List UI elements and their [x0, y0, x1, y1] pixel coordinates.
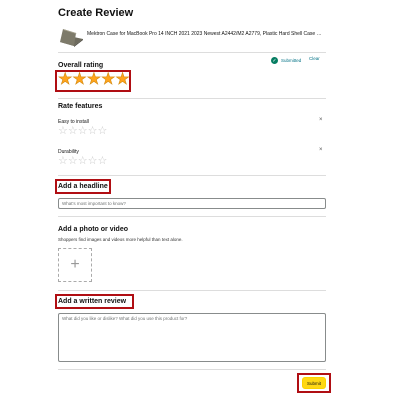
- photo-video-label: Add a photo or video: [58, 226, 128, 233]
- divider: [58, 98, 326, 99]
- divider: [58, 369, 326, 370]
- product-name: Mektron Case for MacBook Pro 14 INCH 202…: [87, 31, 324, 37]
- submitted-label: Submitted: [281, 58, 302, 63]
- written-review-textarea[interactable]: What did you like or dislike? What did y…: [58, 313, 326, 362]
- overall-rating-label: Overall rating: [58, 62, 104, 69]
- divider: [58, 175, 326, 176]
- product-image: [60, 29, 83, 47]
- feature-stars-durability[interactable]: ☆☆☆☆☆: [58, 156, 107, 167]
- remove-feature-easy-to-install-icon[interactable]: ×: [319, 117, 323, 123]
- submitted-status: ✓ Submitted: [271, 57, 301, 64]
- remove-feature-durability-icon[interactable]: ×: [319, 147, 323, 153]
- divider: [58, 290, 326, 291]
- divider: [58, 216, 326, 217]
- divider: [58, 52, 326, 53]
- rate-features-heading: Rate features: [58, 103, 103, 110]
- photo-video-description: Shoppers find images and videos more hel…: [58, 237, 183, 242]
- overall-star-rating[interactable]: ★★★★★: [58, 71, 130, 88]
- headline-label: Add a headline: [58, 183, 108, 190]
- page-title: Create Review: [58, 7, 134, 19]
- clear-button[interactable]: Clear: [309, 56, 320, 61]
- check-icon: ✓: [271, 57, 278, 64]
- plus-icon: +: [70, 256, 80, 273]
- feature-stars-easy-to-install[interactable]: ☆☆☆☆☆: [58, 126, 107, 137]
- add-media-button[interactable]: +: [58, 248, 92, 282]
- written-review-label: Add a written review: [58, 298, 127, 305]
- submit-button[interactable]: Submit: [302, 377, 326, 389]
- headline-input[interactable]: What's most important to know?: [58, 198, 326, 209]
